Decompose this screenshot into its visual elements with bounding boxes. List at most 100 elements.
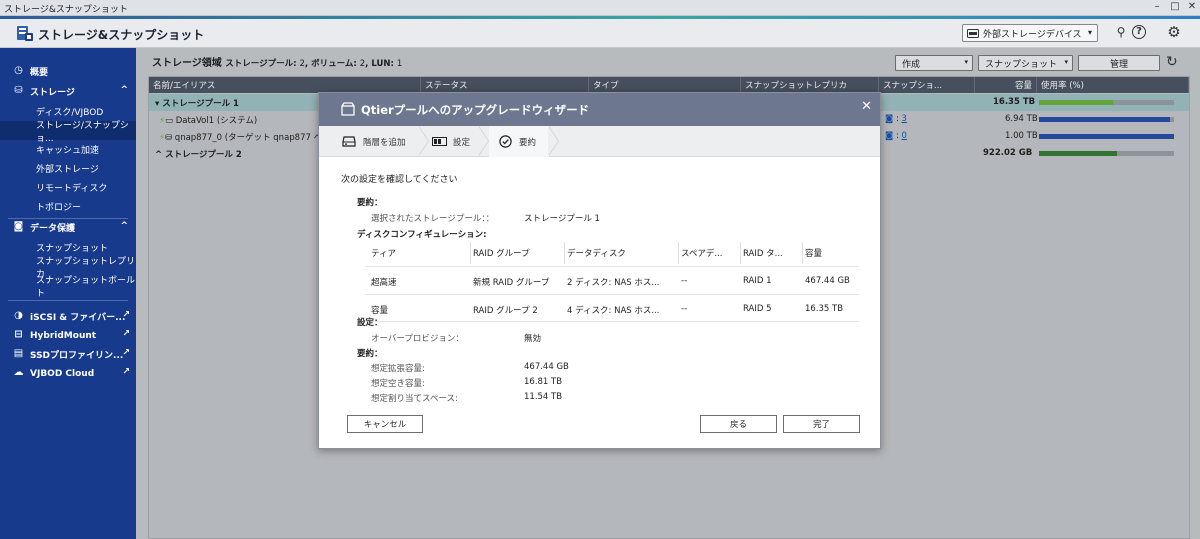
cell-raid-group: 新規 RAID グループ [473, 278, 550, 288]
col-header-tier: ティア [371, 242, 471, 264]
sidebar-item-label: HybridMount [30, 330, 97, 341]
app-header: ストレージ&スナップショット 外部ストレージデバイス ▾ ⚲ ? ⚙ [0, 19, 1200, 48]
confirm-text: 次の設定を確認してください [341, 175, 458, 185]
app-title: ストレージ&スナップショット [38, 28, 205, 42]
sidebar-item-label: VJBOD Cloud [30, 368, 95, 379]
col-header-spare: スペアデ... [681, 242, 741, 264]
step-label: 要約 [519, 137, 537, 148]
step-summary: 要約 [489, 126, 549, 157]
sidebar-item-iscsi[interactable]: ◑ iSCSI & ファイバー... ↗ [0, 307, 136, 326]
sidebar-item-hybridmount[interactable]: ⊟ HybridMount ↗ [0, 326, 136, 345]
expected-free-label: 想定空き容量: [371, 379, 425, 389]
storage-app-icon [17, 26, 33, 41]
sidebar-item-label: データ保護 [30, 224, 76, 234]
external-drive-icon [967, 28, 979, 38]
sidebar-item-label: ストレージ [30, 88, 75, 98]
step-label: 設定 [453, 137, 471, 148]
cell-capacity: 16.35 TB [805, 304, 844, 314]
maximize-icon[interactable]: □ [1168, 1, 1182, 12]
sidebar-item-label: スナップショット [36, 244, 109, 254]
external-link-icon: ↗ [122, 329, 130, 339]
help-icon[interactable]: ? [1132, 25, 1146, 39]
dialog-body: 次の設定を確認してください 要約： 選択されたストレージプール：： ストレージプ… [319, 158, 880, 448]
col-header-raid-type: RAID タ... [743, 242, 803, 264]
back-button[interactable]: 戻る [700, 415, 777, 433]
sidebar-item-data-protection[interactable]: ◙ データ保護 ^ [0, 218, 136, 237]
check-circle-icon [497, 135, 513, 149]
finish-button[interactable]: 完了 [783, 415, 860, 433]
sidebar-item-remote-disk[interactable]: リモートディスク [0, 178, 136, 197]
selected-pool-label: 選択されたストレージプール：： [371, 214, 495, 224]
step-separator [478, 125, 489, 156]
sidebar-item-label: 外部ストレージ [36, 165, 99, 175]
summary2-section-label: 要約： [357, 349, 383, 359]
search-tools-icon[interactable]: ⚲ [1113, 25, 1129, 41]
disk-tray-icon [341, 135, 357, 149]
sidebar-item-label: キャッシュ加速 [36, 146, 100, 156]
close-icon[interactable]: ✕ [861, 99, 872, 114]
ssd-icon: ▤ [13, 348, 24, 359]
window-title: ストレージ&スナップショット [4, 5, 128, 15]
external-link-icon: ↗ [122, 310, 130, 320]
external-storage-device-dropdown[interactable]: 外部ストレージデバイス ▾ [962, 24, 1098, 42]
cell-spare: -- [681, 304, 688, 314]
cell-tier: 容量 [371, 306, 389, 316]
sidebar-item-label: ディスク/VJBOD [36, 108, 104, 118]
selected-pool-value: ストレージプール 1 [524, 214, 600, 224]
close-window-icon[interactable]: ✕ [1185, 1, 1199, 12]
camera-icon: ◙ [13, 221, 24, 232]
cell-data-disk: 4 ディスク: NAS ホス... [567, 306, 660, 316]
sidebar-item-external-storage[interactable]: 外部ストレージ [0, 159, 136, 178]
sidebar: ◷ 概要 ⛁ ストレージ ^ ディスク/VJBOD ストレージ/スナップショ..… [0, 48, 136, 539]
sidebar-item-vjbod-cloud[interactable]: ☁ VJBOD Cloud ↗ [0, 364, 136, 383]
gauge-icon: ◷ [14, 65, 23, 76]
sidebar-item-cache[interactable]: キャッシュ加速 [0, 140, 136, 159]
gear-icon[interactable]: ⚙ [1166, 23, 1182, 41]
table-row: 容量 RAID グループ 2 4 ディスク: NAS ホス... -- RAID… [365, 294, 859, 322]
dialog-header: Qtierプールへのアップグレードウィザード ✕ [319, 93, 880, 126]
cell-raid-type: RAID 1 [743, 276, 772, 286]
overprovision-label: オーバープロビジョン： [371, 334, 464, 344]
sidebar-item-label: トポロジー [36, 203, 82, 213]
sidebar-item-storage-snapshots[interactable]: ストレージ/スナップショ... [0, 121, 136, 144]
disk-config-label: ディスクコンフィギュレーション: [357, 230, 487, 240]
table-row: 超高速 新規 RAID グループ 2 ディスク: NAS ホス... -- RA… [365, 266, 859, 294]
step-separator [418, 125, 429, 156]
storage-pool-icon [341, 102, 355, 116]
sidebar-item-label: スナップショットボールト [36, 275, 136, 299]
external-link-icon: ↗ [122, 348, 130, 358]
sidebar-item-snapshot-vault[interactable]: スナップショットボールト [0, 276, 136, 299]
minimize-icon[interactable]: – [1150, 1, 1164, 12]
cancel-button[interactable]: キャンセル [347, 415, 423, 433]
settings-section-label: 設定： [357, 318, 383, 328]
step-label: 階層を追加 [363, 137, 406, 148]
settings-block-icon [431, 135, 447, 149]
external-storage-device-label: 外部ストレージデバイス [983, 29, 1082, 40]
sidebar-item-label: iSCSI & ファイバー... [30, 313, 126, 323]
cell-raid-type: RAID 5 [743, 304, 772, 314]
dialog-title: Qtierプールへのアップグレードウィザード [361, 103, 590, 117]
expected-expansion-label: 想定拡張容量: [371, 364, 425, 374]
sidebar-item-label: SSDプロファイリン... [30, 351, 124, 361]
chevron-up-icon: ^ [120, 221, 128, 231]
hybridmount-icon: ⊟ [14, 329, 23, 340]
cell-spare: -- [681, 276, 688, 286]
sidebar-item-label: 概要 [30, 68, 49, 78]
sidebar-item-topology[interactable]: トポロジー [0, 197, 136, 216]
cell-data-disk: 2 ディスク: NAS ホス... [567, 278, 660, 288]
overprovision-value: 無効 [524, 334, 542, 344]
window-titlebar: ストレージ&スナップショット – □ ✕ [0, 0, 1200, 16]
cell-tier: 超高速 [371, 278, 397, 288]
sidebar-item-overview[interactable]: ◷ 概要 [0, 62, 136, 81]
sidebar-item-storage[interactable]: ⛁ ストレージ ^ [0, 82, 136, 101]
expected-free-value: 16.81 TB [524, 377, 563, 387]
col-header-data-disk: データディスク [567, 242, 679, 264]
summary-section-label: 要約： [357, 198, 383, 208]
cell-raid-group: RAID グループ 2 [473, 306, 538, 316]
cloud-icon: ☁ [13, 367, 24, 378]
qtier-upgrade-wizard-dialog: Qtierプールへのアップグレードウィザード ✕ 階層を追加 設定 要約 次の設… [318, 92, 881, 449]
database-icon: ⛁ [14, 85, 23, 96]
sidebar-divider [8, 300, 128, 301]
sidebar-item-ssd-profiling[interactable]: ▤ SSDプロファイリン... ↗ [0, 345, 136, 364]
external-link-icon: ↗ [122, 367, 130, 377]
